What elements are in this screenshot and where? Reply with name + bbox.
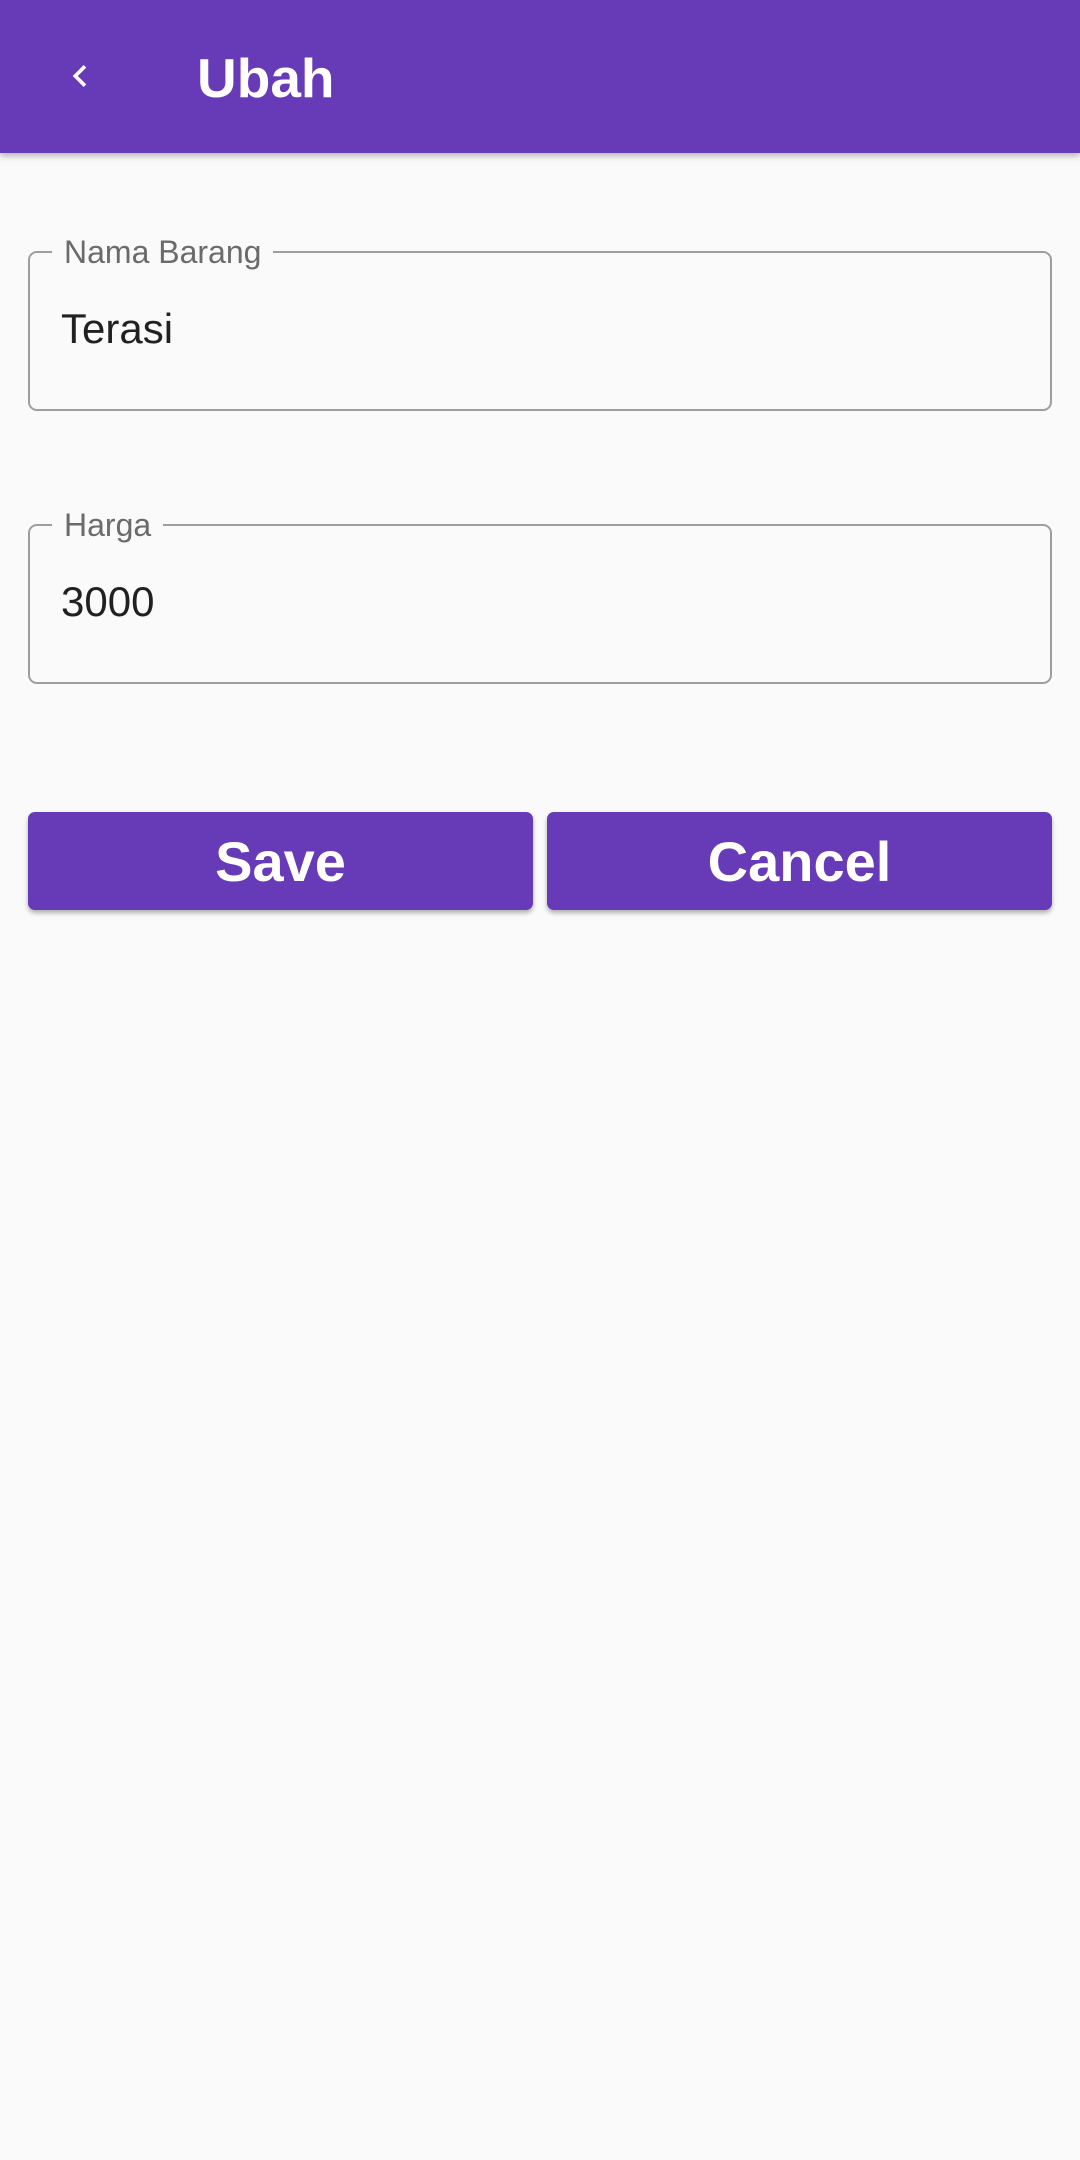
save-button[interactable]: Save [28,812,533,910]
nama-barang-input[interactable] [61,297,1001,361]
chevron-left-icon [72,65,87,87]
harga-field[interactable]: Harga [28,506,1052,684]
app-bar: Ubah [0,0,1080,153]
cancel-button[interactable]: Cancel [547,812,1052,910]
nama-barang-label: Nama Barang [52,233,274,271]
page-title: Ubah [197,47,335,109]
back-button[interactable] [38,34,122,118]
nama-barang-field[interactable]: Nama Barang [28,233,1052,411]
harga-label: Harga [52,506,164,544]
harga-input[interactable] [61,570,1001,634]
